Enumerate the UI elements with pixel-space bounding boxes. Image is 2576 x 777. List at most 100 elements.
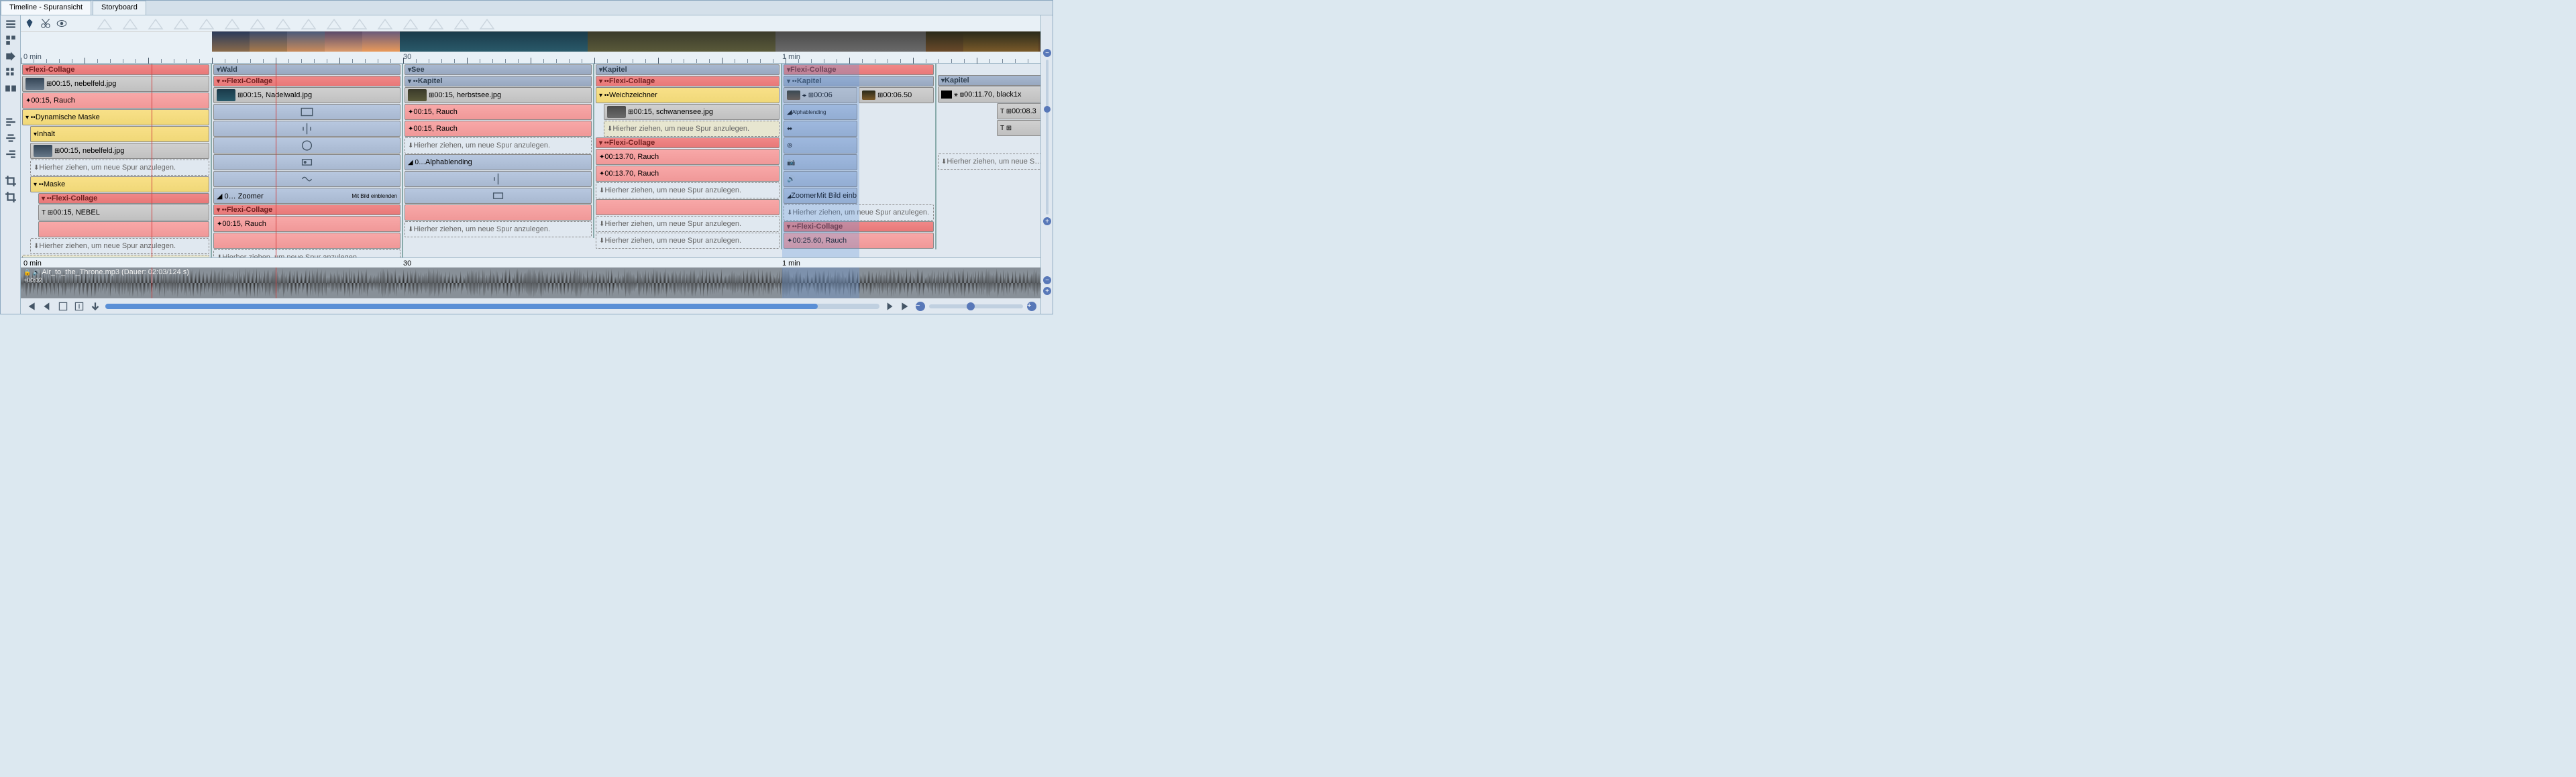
fx-5-3[interactable]: 📷 [784, 154, 857, 170]
audio-zoom-plus-icon[interactable]: + [1043, 287, 1051, 295]
clip-nadelwald[interactable]: ⊞ 00:15, Nadelwald.jpg [213, 87, 400, 103]
clip-rauch-kap1[interactable]: ✦ 00:13.70, Rauch [596, 149, 780, 165]
thumbnail-strip[interactable] [212, 32, 1040, 52]
drop-6[interactable]: ⬇ Hierher ziehen, um neue S… [938, 154, 1040, 170]
eye-icon[interactable] [56, 17, 68, 29]
audio-ruler[interactable]: 0 min 30 1 min [21, 258, 1040, 267]
vzoom-plus-icon[interactable]: + [1043, 217, 1051, 225]
flexi-wald[interactable]: ▾ •• Flexi-Collage [213, 76, 400, 86]
drop-zone-kap2[interactable]: ⬇ Hierher ziehen, um neue Spur anzulegen… [596, 182, 780, 198]
flexi-kap-2[interactable]: ▾ •• Flexi-Collage [596, 137, 780, 148]
chapter-header[interactable]: ▾ Flexi-Collage [22, 64, 209, 75]
kapitel-6[interactable]: ▾ Kapitel [938, 75, 1040, 86]
clip-black[interactable]: ⚹ ⧈ 00:11.70, black1x [938, 86, 1040, 103]
clip-000650[interactable]: ⊞ 00:06.50 [859, 87, 934, 103]
crop-transport-icon[interactable] [57, 300, 69, 312]
tool-icon-3[interactable] [5, 50, 17, 62]
chapter-see[interactable]: ▾ See [405, 64, 592, 75]
flexi-wald-2[interactable]: ▾ •• Flexi-Collage [213, 204, 400, 215]
clip-rauch-see1[interactable]: ✦ 00:15, Rauch [405, 104, 592, 120]
tab-storyboard[interactable]: Storyboard [93, 1, 146, 15]
kapitel-see[interactable]: ▾ •• Kapitel [405, 76, 592, 86]
vzoom-slider[interactable] [1046, 60, 1049, 215]
horizontal-scrollbar[interactable] [105, 304, 879, 309]
align-center-icon[interactable] [5, 132, 17, 144]
fx-track-3[interactable] [213, 137, 400, 154]
zoom-in-icon[interactable]: + [1027, 302, 1036, 311]
fx-track-1[interactable] [213, 104, 400, 120]
clip-herbstsee[interactable]: ⊞ 00:15, herbstsee.jpg [405, 87, 592, 103]
drop-zone[interactable]: ⬇ Hierher ziehen, um neue Spur anzulegen… [30, 160, 209, 176]
tracks-area[interactable]: ▾ Flexi-Collage ⊞ 00:15, nebelfeld.jpg ✦… [21, 64, 1040, 257]
fx-track-2[interactable] [213, 121, 400, 137]
zoom-slider[interactable] [929, 304, 1023, 308]
crop-icon[interactable] [5, 175, 17, 187]
fx-5-4[interactable]: 🔊 [784, 171, 857, 187]
flexi-kap[interactable]: ▾ •• Flexi-Collage [596, 76, 780, 86]
zoom-out-icon[interactable]: − [916, 302, 925, 311]
chapter-wald[interactable]: ▾ Wald [213, 64, 400, 75]
chapter-kapitel[interactable]: ▾ Kapitel [596, 64, 780, 75]
clip-flexi2[interactable]: ▾ •• Flexi-Collage [38, 193, 209, 204]
tool-icon-2[interactable] [5, 34, 17, 46]
kapitel-5[interactable]: ▾ •• Kapitel [784, 76, 934, 86]
next-icon[interactable] [883, 300, 896, 312]
fx-see-2[interactable] [405, 188, 592, 204]
audio-zoom-minus-icon[interactable]: − [1043, 276, 1051, 284]
app-window: Timeline - Spuransicht Storyboard [0, 0, 1053, 314]
fx-alpha-5[interactable]: ◢ Alphablending [784, 104, 857, 120]
drop-zone-2[interactable]: ⬇ Hierher ziehen, um neue Spur anzulegen… [30, 238, 209, 254]
drop-zone-kap1[interactable]: ⬇ Hierher ziehen, um neue Spur anzulegen… [604, 121, 780, 137]
clip-nebel[interactable]: T ⊞ 00:15, NEBEL [38, 204, 209, 221]
clip-weich[interactable]: ▾ •• Weichzeichner [596, 87, 780, 103]
drop-zone-kap3[interactable]: ⬇ Hierher ziehen, um neue Spur anzulegen… [596, 216, 780, 232]
clip-rauch-kap2[interactable]: ✦ 00:13.70, Rauch [596, 166, 780, 182]
clip-rauch-5[interactable]: ✦ 00:25.60, Rauch [784, 233, 934, 249]
down-transport-icon[interactable] [89, 300, 101, 312]
ruler-mid: 30 [403, 53, 411, 61]
fx-alpha-see[interactable]: ◢ 0… Alphablending [405, 154, 592, 170]
fx-5-1[interactable]: ⬌ [784, 121, 857, 137]
marker-icon[interactable] [23, 17, 36, 29]
cut-icon[interactable] [40, 17, 52, 29]
time-ruler[interactable]: 0 min 30 1 min [21, 52, 1040, 64]
clip-rauch[interactable]: ✦ 00:15, Rauch [22, 93, 209, 109]
fx-see-1[interactable] [405, 171, 592, 187]
clip-nebelfeld[interactable]: ⊞ 00:15, nebelfeld.jpg [22, 76, 209, 92]
tool-icon-4[interactable] [5, 66, 17, 78]
clip-nebelfeld2[interactable]: ⊞ 00:15, nebelfeld.jpg [30, 143, 209, 159]
clip-rauch-see2[interactable]: ✦ 00:15, Rauch [405, 121, 592, 137]
drop-zone-kap4[interactable]: ⬇ Hierher ziehen, um neue Spur anzulegen… [596, 233, 780, 249]
align-left-icon[interactable] [5, 116, 17, 128]
prev-icon[interactable] [41, 300, 53, 312]
clip-schwanensee[interactable]: ⊞ 00:15, schwanensee.jpg [604, 104, 780, 120]
tab-timeline[interactable]: Timeline - Spuransicht [1, 1, 91, 15]
clip-0083[interactable]: T ⊞ 00:08.3 [997, 103, 1040, 119]
clip-dynmaske[interactable]: ▾ •• Dynamische Maske [22, 109, 209, 125]
fx-zoomer[interactable]: ◢ 0… ZoomerMit Bild einblenden [213, 188, 400, 204]
drop-zone-see1[interactable]: ⬇ Hierher ziehen, um neue Spur anzulegen… [405, 137, 592, 154]
fx-track-5[interactable] [213, 171, 400, 187]
fx-zoomer-5[interactable]: ◢ZoomerMit Bild einblenden [784, 188, 857, 204]
crop-icon-2[interactable] [5, 191, 17, 203]
align-right-icon[interactable] [5, 148, 17, 160]
tool-icon-1[interactable] [5, 18, 17, 30]
clip-inhalt[interactable]: ▾ Inhalt [30, 126, 209, 142]
clip-maske[interactable]: ▾ •• Maske [30, 176, 209, 192]
clip-0006[interactable]: ⚹ ⊞ 00:06 [784, 87, 857, 103]
chapter-flexi5[interactable]: ▾ Flexi-Collage [784, 64, 934, 75]
flexi-5-2[interactable]: ▾ •• Flexi-Collage [784, 221, 934, 232]
goto-end-icon[interactable] [900, 300, 912, 312]
clip-t-6[interactable]: T ⊞ [997, 120, 1040, 136]
drop-zone-wald[interactable]: ⬇ Hierher ziehen, um neue Spur anzulegen… [213, 249, 400, 257]
fx-track-4[interactable] [213, 154, 400, 170]
vzoom-minus-icon[interactable]: − [1043, 49, 1051, 57]
drop-5-1[interactable]: ⬇ Hierher ziehen, um neue Spur anzulegen… [784, 204, 934, 221]
tool-icon-5[interactable] [5, 82, 17, 95]
marker-transport-icon[interactable] [73, 300, 85, 312]
goto-start-icon[interactable] [25, 300, 37, 312]
audio-track[interactable]: 🔒 🔊 Air_to_the_Throne.mp3 (Dauer: 02:03/… [21, 267, 1040, 298]
clip-rauch-wald[interactable]: ✦ 00:15, Rauch [213, 216, 400, 232]
drop-zone-see2[interactable]: ⬇ Hierher ziehen, um neue Spur anzulegen… [405, 221, 592, 237]
fx-5-2[interactable]: ⊚ [784, 137, 857, 154]
